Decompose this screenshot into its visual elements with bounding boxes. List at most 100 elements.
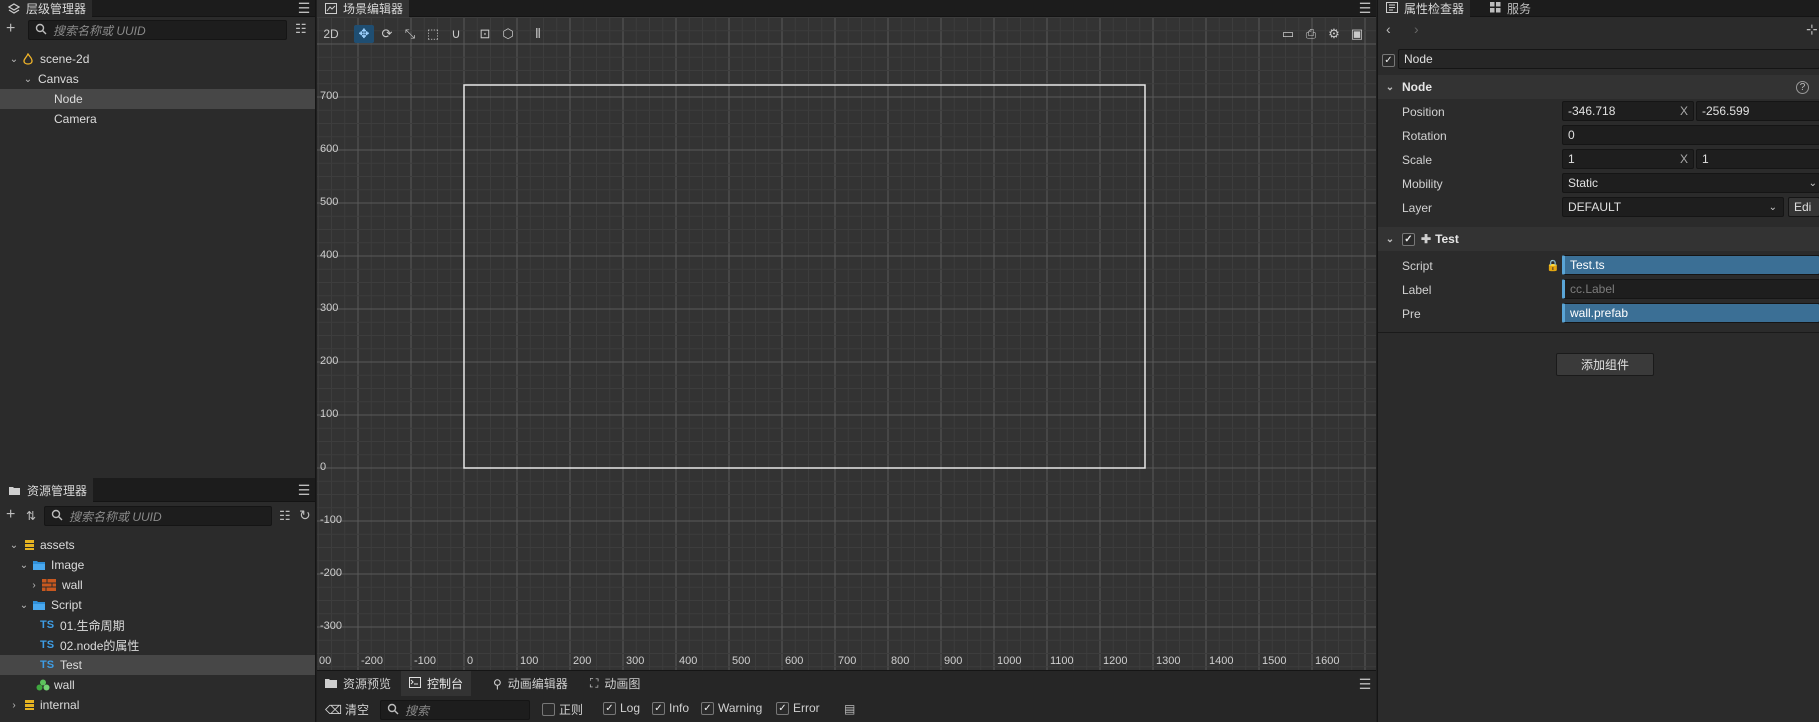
check-icon[interactable]: ✓ [1382, 54, 1395, 67]
warning-filter-checkbox[interactable]: ✓ Warning [701, 701, 762, 715]
script-asset-field[interactable]: Test.ts [1562, 255, 1819, 275]
add-asset-icon[interactable]: + [6, 507, 15, 523]
chevron-right-icon[interactable]: › [28, 580, 40, 591]
position-y-field[interactable]: -256.599 [1696, 101, 1819, 121]
list-view-icon[interactable]: ☷ [279, 509, 291, 523]
resolution-icon[interactable]: ▭ [1278, 25, 1298, 43]
asset-item-script[interactable]: ⌄ Script [0, 595, 315, 615]
console-menu-icon[interactable]: ☰ [1358, 677, 1372, 691]
coordinate-icon[interactable]: ⬡ [498, 25, 518, 43]
chevron-down-icon[interactable]: ⌄ [8, 54, 20, 65]
checkbox-box[interactable] [542, 703, 555, 716]
rotate-tool-icon[interactable]: ⟳ [377, 25, 397, 43]
chevron-down-icon[interactable]: ⌄ [18, 560, 30, 571]
component-section-header[interactable]: ⌄ ✓ ✚ Test [1378, 227, 1819, 251]
tree-node-camera[interactable]: Camera [0, 109, 315, 129]
label-node-field[interactable]: cc.Label [1562, 279, 1819, 299]
chevron-down-icon[interactable]: ⌄ [22, 74, 34, 85]
asset-item-script-2[interactable]: TS 02.node的属性 [0, 635, 315, 655]
check-icon[interactable]: ✓ [603, 701, 616, 715]
asset-item-wall-image[interactable]: › wall [0, 575, 315, 595]
snap-magnet-icon[interactable]: ∪ [446, 25, 466, 43]
mobility-select[interactable]: Static ⌄ [1562, 173, 1819, 193]
scale-y-field[interactable]: 1 [1696, 149, 1819, 169]
pin-icon[interactable]: ⊹ [1806, 22, 1818, 36]
tab-console[interactable]: 控制台 [401, 671, 472, 696]
assets-search-input[interactable]: 搜索名称或 UUID [44, 506, 272, 526]
camera-icon[interactable]: ⎙ [1301, 25, 1321, 43]
tab-animation-graph[interactable]: ⛶ 动画图 [582, 671, 648, 696]
canvas-frame[interactable] [463, 84, 1146, 469]
mode-2d-button[interactable]: 2D [320, 25, 342, 43]
info-filter-checkbox[interactable]: ✓ Info [652, 701, 689, 715]
tree-node-node[interactable]: Node [0, 89, 315, 109]
sort-icon[interactable]: ⇅ [26, 509, 36, 523]
error-filter-checkbox[interactable]: ✓ Error [776, 701, 820, 715]
clear-button[interactable]: ⌫ 清空 [325, 701, 369, 718]
scale-tool-icon[interactable]: ⤡ [400, 25, 420, 43]
move-tool-icon[interactable]: ✥ [354, 25, 374, 43]
rotation-field[interactable]: 0 [1562, 125, 1819, 145]
tab-services[interactable]: 服务 [1482, 0, 1537, 17]
forward-arrow-icon[interactable]: › [1414, 22, 1419, 36]
position-x-field[interactable]: -346.718 X [1562, 101, 1694, 121]
node-active-checkbox[interactable]: ✓ [1382, 52, 1395, 67]
hierarchy-search-input[interactable]: 搜索名称或 UUID [28, 20, 287, 40]
check-icon[interactable]: ✓ [776, 701, 789, 715]
asset-item-script-1[interactable]: TS 01.生命周期 [0, 615, 315, 635]
pre-asset-field[interactable]: wall.prefab [1562, 303, 1819, 323]
assets-menu-icon[interactable]: ☰ [297, 483, 311, 497]
tree-node-canvas[interactable]: ⌄ Canvas [0, 69, 315, 89]
scene-menu-icon[interactable]: ☰ [1358, 1, 1372, 15]
collapse-log-icon[interactable]: ▤ [844, 702, 855, 716]
gear-icon[interactable]: ⚙ [1324, 25, 1344, 43]
asset-item-image[interactable]: ⌄ Image [0, 555, 315, 575]
asset-item-internal[interactable]: › internal [0, 695, 315, 715]
console-search-input[interactable]: 搜索 [380, 700, 530, 720]
node-section-header[interactable]: ⌄ Node ? [1378, 75, 1819, 99]
log-filter-checkbox[interactable]: ✓ Log [603, 701, 640, 715]
align-icon[interactable]: ⫴ [528, 25, 548, 43]
tab-inspector[interactable]: 属性检查器 [1378, 0, 1471, 17]
asset-item-test[interactable]: TS Test [0, 655, 315, 675]
check-icon[interactable]: ✓ [701, 701, 714, 715]
position-label: Position [1402, 105, 1445, 119]
add-component-button[interactable]: 添加组件 [1556, 353, 1654, 376]
tab-scene-editor[interactable]: 场景编辑器 [317, 0, 410, 17]
scale-x-value: 1 [1568, 152, 1575, 166]
scale-x-field[interactable]: 1 X [1562, 149, 1694, 169]
asset-item-assets[interactable]: ⌄ assets [0, 535, 315, 555]
add-node-icon[interactable]: + [6, 21, 15, 37]
layer-edit-button[interactable]: Edi [1788, 197, 1819, 217]
tab-hierarchy[interactable]: 层级管理器 [0, 0, 93, 17]
tree-node-scene-2d[interactable]: ⌄ scene-2d [0, 49, 315, 69]
regex-checkbox[interactable]: 正则 [542, 701, 583, 718]
node-name-field[interactable]: Node [1398, 49, 1819, 69]
chevron-right-icon[interactable]: › [8, 700, 20, 711]
pivot-icon[interactable]: ⊡ [475, 25, 495, 43]
y-axis-tick-label: 0 [320, 461, 327, 473]
scene-grid[interactable] [317, 0, 1376, 670]
sort-list-icon[interactable]: ☷ [295, 22, 307, 36]
tab-asset-preview[interactable]: 资源预览 [317, 671, 399, 696]
help-icon[interactable]: ? [1796, 80, 1809, 94]
scene-view-icon[interactable]: ▣ [1347, 25, 1367, 43]
hierarchy-menu-icon[interactable]: ☰ [297, 1, 311, 15]
chevron-down-icon[interactable]: ⌄ [18, 600, 30, 611]
back-arrow-icon[interactable]: ‹ [1386, 22, 1391, 36]
tab-animation-editor[interactable]: ⚲ 动画编辑器 [485, 671, 576, 696]
pre-property-label: Pre [1402, 307, 1421, 321]
chevron-down-icon[interactable]: ⌄ [1384, 82, 1396, 93]
layer-select[interactable]: DEFAULT ⌄ [1562, 197, 1784, 217]
tab-assets[interactable]: 资源管理器 [0, 478, 94, 502]
folder-icon [30, 600, 48, 611]
refresh-icon[interactable]: ↻ [299, 508, 311, 522]
ts-icon: TS [40, 659, 55, 671]
rect-tool-icon[interactable]: ⬚ [423, 25, 443, 43]
asset-item-wall-prefab[interactable]: wall [0, 675, 315, 695]
chevron-down-icon[interactable]: ⌄ [8, 540, 20, 551]
check-icon[interactable]: ✓ [652, 701, 665, 715]
inspector-icon [1386, 1, 1398, 16]
component-enabled-checkbox[interactable]: ✓ [1402, 232, 1415, 246]
chevron-down-icon[interactable]: ⌄ [1384, 234, 1396, 245]
